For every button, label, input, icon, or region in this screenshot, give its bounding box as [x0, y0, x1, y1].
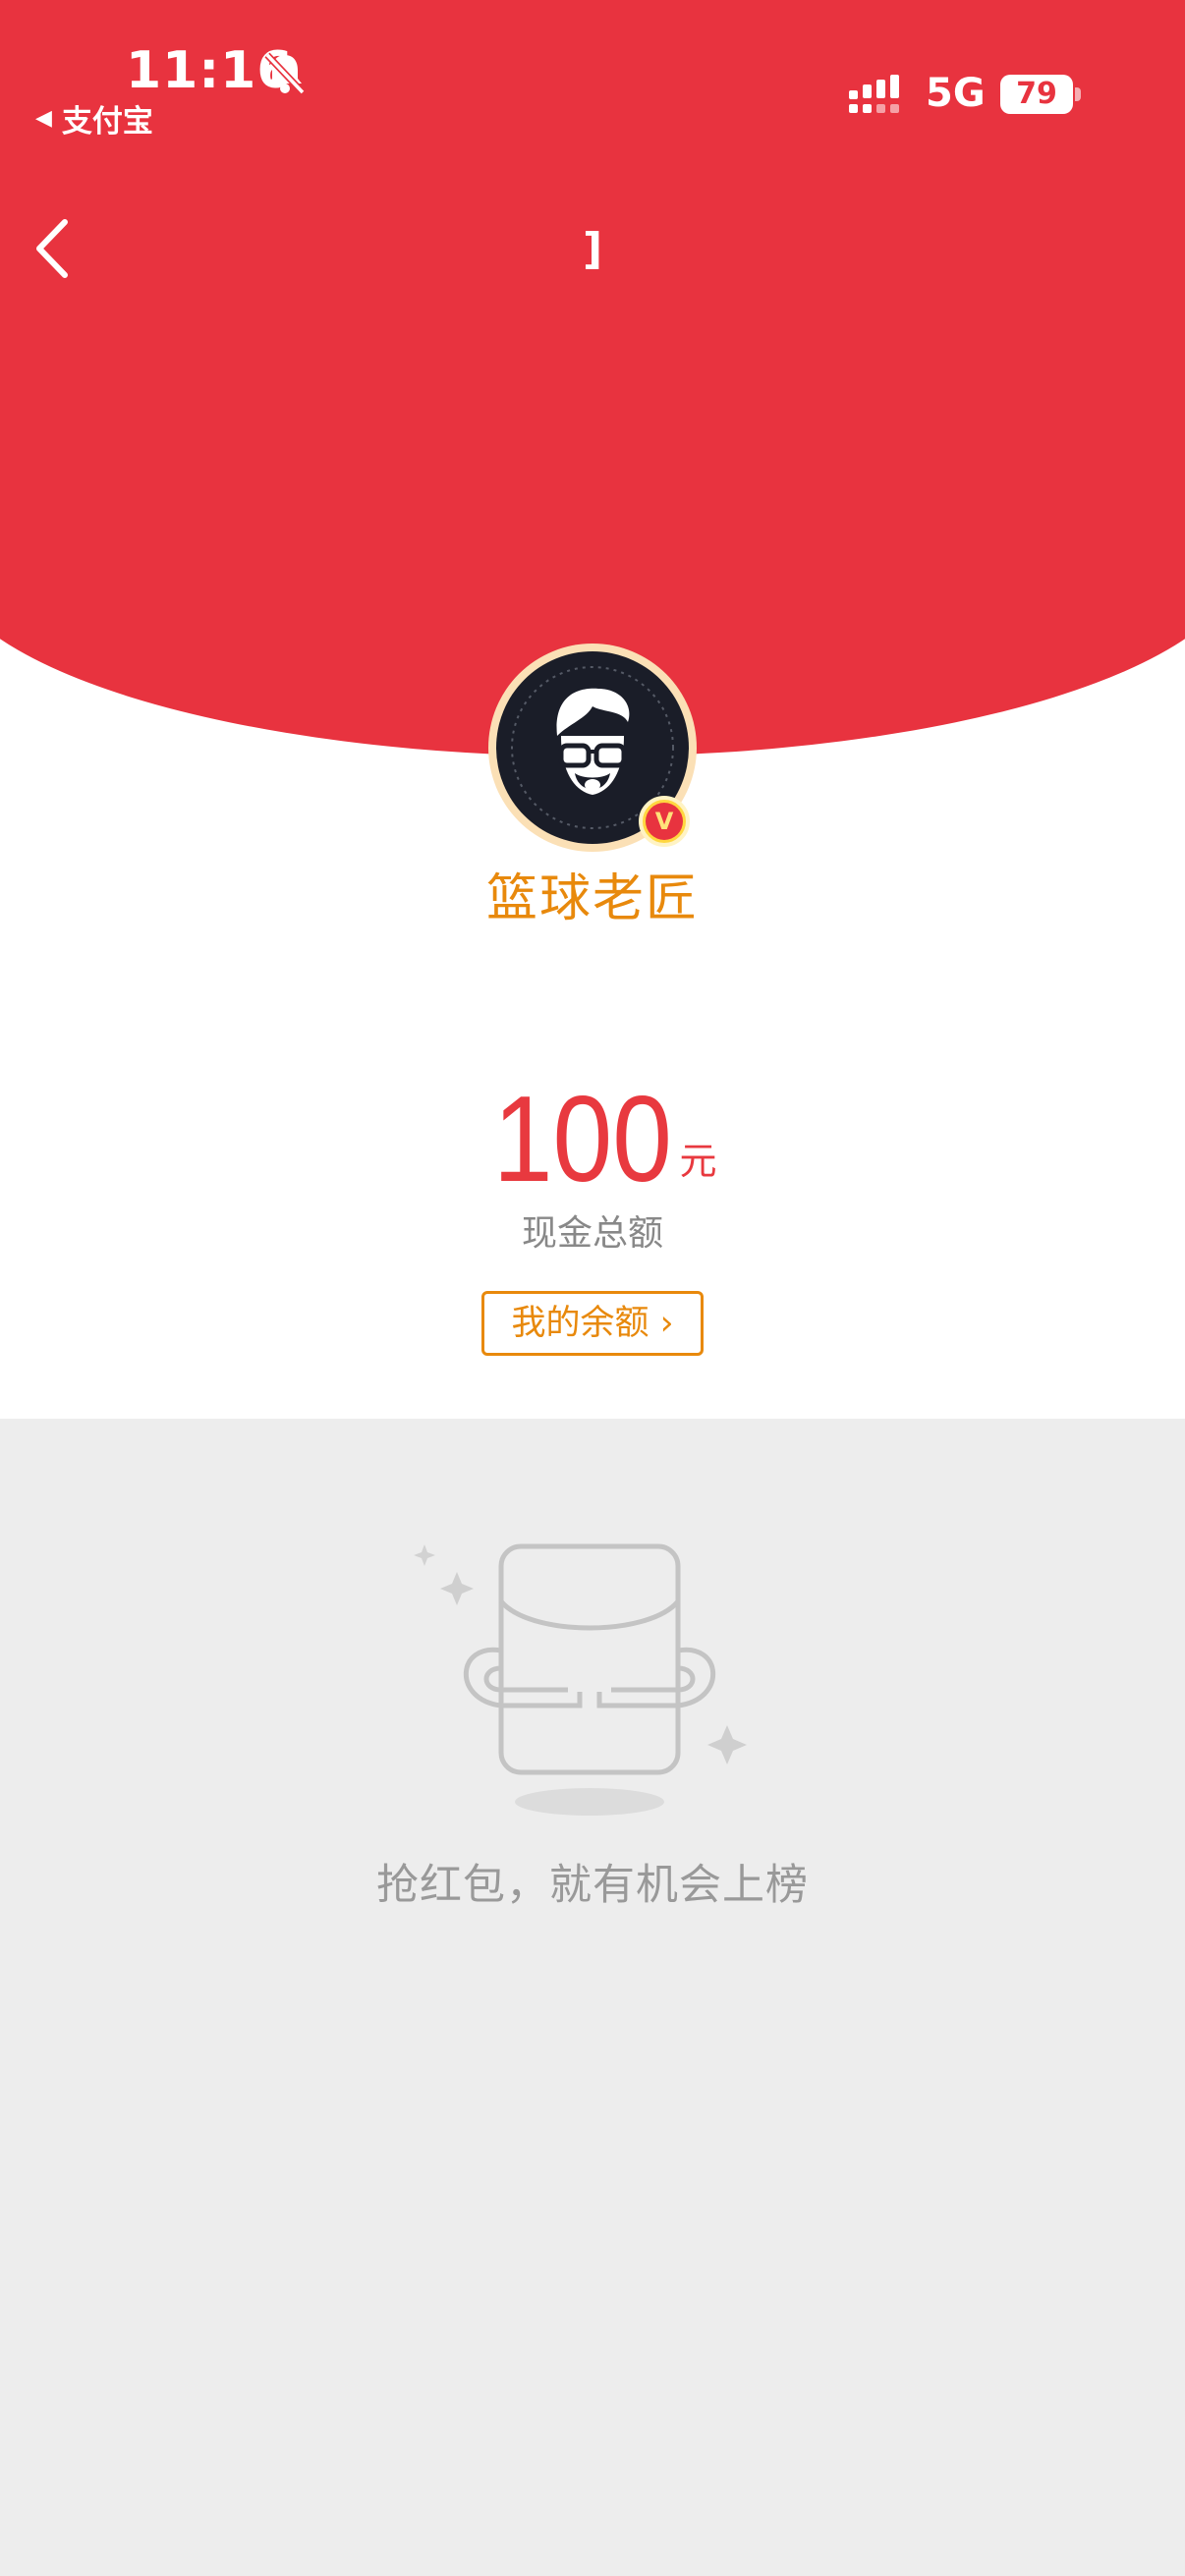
vip-badge-label: V — [646, 803, 683, 840]
back-triangle-icon: ◀ — [35, 106, 52, 131]
battery-nub — [1075, 87, 1081, 101]
empty-state-text: 抢红包，就有机会上榜 — [376, 1861, 809, 1910]
page-title: ] — [582, 224, 603, 274]
sender-name: 篮球老匠 — [485, 869, 699, 928]
cash-amount: 100 — [492, 1072, 672, 1207]
bell-slash-icon — [264, 52, 306, 95]
back-to-app-link[interactable]: ◀ 支付宝 — [35, 96, 153, 140]
empty-red-packet-icon — [414, 1543, 747, 1816]
amount-row: 100 元 — [0, 1072, 1185, 1207]
battery-icon: 79 — [1000, 75, 1073, 114]
vip-badge: V — [639, 796, 690, 847]
signal-icon — [849, 75, 899, 113]
back-app-label: 支付宝 — [61, 104, 153, 140]
network-type: 5G — [926, 71, 986, 116]
cash-unit: 元 — [679, 1140, 717, 1183]
my-balance-button[interactable]: 我的余额 › — [481, 1291, 704, 1356]
cash-total-label: 现金总额 — [521, 1213, 663, 1254]
